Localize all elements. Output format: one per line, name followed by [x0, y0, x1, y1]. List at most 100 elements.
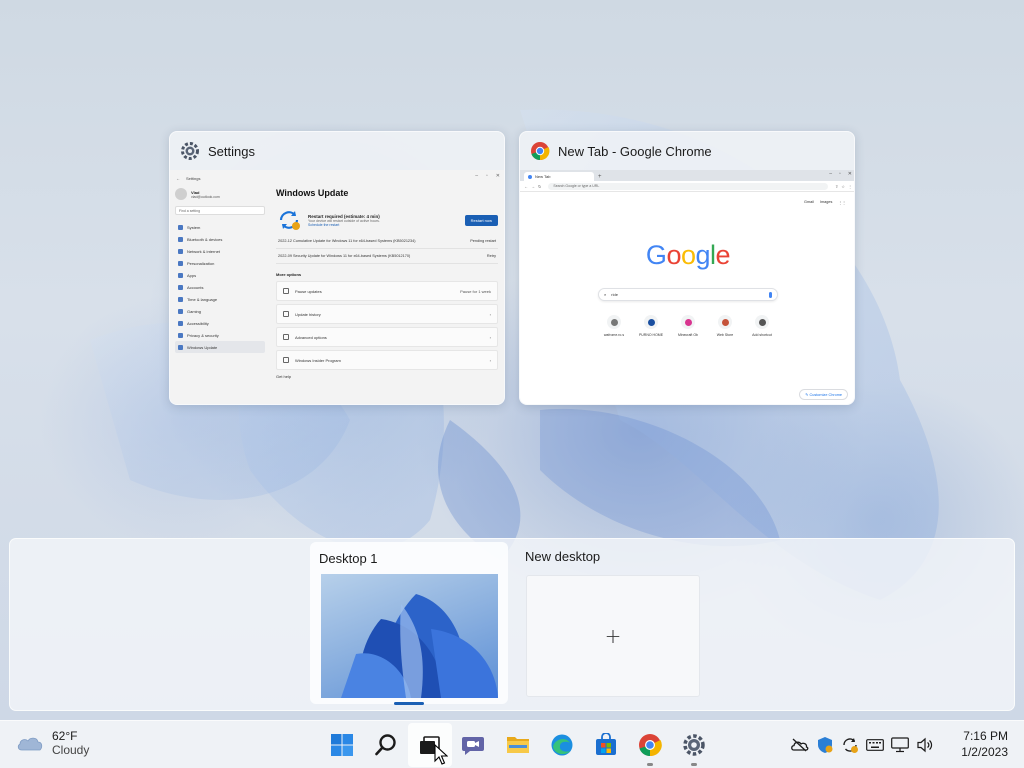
store-icon — [596, 733, 616, 755]
teams-chat-button[interactable] — [452, 723, 496, 767]
search-value: ride — [611, 292, 618, 297]
option-icon — [283, 288, 289, 294]
shortcut-favicon-icon — [684, 318, 692, 326]
onedrive-offline-button[interactable] — [790, 736, 809, 755]
edge-icon — [551, 734, 573, 756]
chrome-toolbar: ← → ↻ Search Google or type a URL ⇪ ☆ ⋮ — [520, 181, 854, 192]
update-row: 2022-09 Security Update for Windows 11 f… — [276, 249, 498, 264]
settings-taskbar-button[interactable] — [672, 723, 716, 767]
page-title: Windows Update — [276, 188, 349, 198]
option-card: Windows Insider Program › — [276, 350, 498, 370]
chrome-preview: New Tab + – ▫ ✕ ← → ↻ Search Google or t… — [520, 170, 854, 404]
security-button[interactable] — [815, 736, 834, 755]
user-email: vlad@outlook.com — [191, 194, 220, 199]
nav-item-icon — [178, 320, 183, 326]
find-setting-input: Find a setting — [175, 206, 265, 215]
weather-widget[interactable]: 62°F Cloudy — [16, 729, 89, 757]
file-explorer-button[interactable] — [496, 723, 540, 767]
security-icon — [817, 737, 832, 753]
settings-nav-item: Network & internet — [175, 245, 265, 257]
google-logo-letter: g — [695, 240, 711, 270]
shortcut-icon — [755, 315, 769, 329]
volume-button[interactable] — [915, 736, 934, 755]
maximize-icon: ▫ — [486, 173, 488, 179]
keyboard-icon — [865, 739, 884, 751]
option-icon — [283, 311, 289, 317]
chrome-icon — [531, 142, 550, 161]
gmail-link: Gmail — [804, 200, 814, 204]
back-arrow-icon: ← — [176, 175, 180, 181]
clock-time: 7:16 PM — [963, 729, 1008, 743]
option-label: Advanced options — [295, 334, 327, 340]
microphone-icon — [769, 291, 772, 298]
google-logo-letter: o — [666, 240, 681, 270]
shortcut-label: Add shortcut — [752, 333, 772, 337]
customize-chrome-label: Customize Chrome — [809, 393, 843, 397]
desktop-1-card[interactable]: Desktop 1 — [310, 542, 508, 704]
update-sync-icon — [279, 211, 300, 230]
option-right: Pause for 1 week — [460, 288, 491, 294]
shortcut-tiles: wafrome.ro.s PURNO HOME Minecraft Ob Web St… — [598, 315, 778, 337]
update-button[interactable] — [840, 736, 859, 755]
nav-item-label: Accessibility — [187, 320, 209, 326]
close-icon: ✕ — [495, 173, 500, 179]
settings-nav-item: Privacy & security — [175, 329, 265, 341]
forward-icon: → — [531, 183, 535, 189]
window-thumbnail-chrome[interactable]: New Tab - Google Chrome New Tab + – ▫ ✕ … — [519, 131, 855, 405]
window-title: New Tab - Google Chrome — [558, 143, 712, 159]
running-indicator — [647, 763, 653, 766]
google-logo: Google — [520, 240, 854, 271]
start-icon — [331, 734, 353, 756]
minimize-icon: – — [829, 171, 833, 177]
search-icon — [375, 734, 396, 756]
desktop-1-thumbnail — [321, 574, 498, 698]
nav-item-label: Privacy & security — [187, 332, 219, 338]
onedrive-offline-icon — [791, 738, 809, 752]
weather-temperature: 62°F — [52, 729, 78, 743]
desktop-1-label: Desktop 1 — [319, 551, 378, 566]
window-controls: – ▫ ✕ — [829, 171, 852, 177]
settings-breadcrumb: Settings — [186, 175, 201, 181]
volume-icon — [916, 737, 932, 753]
search-button[interactable] — [364, 723, 408, 767]
window-thumbnail-settings[interactable]: Settings ← Settings – ▫ ✕ Vlad vlad@outl… — [169, 131, 505, 405]
new-desktop-button[interactable]: + — [526, 575, 700, 697]
shortcut-tile: Minecraft Ob — [672, 315, 704, 337]
settings-nav-item: Apps — [175, 269, 265, 281]
running-indicator — [691, 763, 697, 766]
option-label: Update history — [295, 311, 321, 317]
shortcut-tile: wafrome.ro.s — [598, 315, 630, 337]
system-tray — [790, 721, 934, 768]
google-logo-text: Google — [646, 240, 731, 270]
nav-item-icon — [178, 344, 183, 350]
chrome-taskbar-button[interactable] — [628, 723, 672, 767]
nav-item-label: Apps — [187, 272, 197, 278]
bloom-wallpaper-thumbnail — [341, 594, 498, 698]
option-icon — [283, 334, 289, 340]
share-icon: ⇪ — [835, 183, 839, 189]
nav-item-icon — [178, 260, 183, 266]
settings-titlebar: ← Settings — [170, 170, 504, 186]
updates-list: 2022-12 Cumulative Update for Windows 11… — [276, 234, 498, 264]
schedule-restart-link: Schedule the restart — [308, 222, 340, 227]
window-controls: – ▫ ✕ — [475, 173, 500, 179]
cloud-icon — [17, 737, 43, 751]
store-button[interactable] — [584, 723, 628, 767]
shortcut-label: wafrome.ro.s — [603, 333, 625, 337]
nav-item-label: Gaming — [187, 308, 202, 314]
new-desktop-label: New desktop — [525, 549, 601, 564]
settings-main: Windows Update Restart required (estimat… — [276, 188, 498, 379]
nav-item-icon — [178, 296, 183, 302]
network-button[interactable] — [890, 736, 909, 755]
settings-nav-item: Accessibility — [175, 317, 265, 329]
keyboard-button[interactable] — [865, 736, 884, 755]
get-help-link: Get help — [276, 374, 292, 379]
edge-button[interactable] — [540, 723, 584, 767]
nav-item-icon — [178, 272, 183, 278]
update-status: Retry — [486, 254, 496, 258]
update-name: 2022-12 Cumulative Update for Windows 11… — [278, 239, 416, 243]
start-button[interactable] — [320, 723, 364, 767]
settings-nav-list: System Bluetooth & devices Network & inter… — [175, 221, 265, 353]
taskbar-clock[interactable]: 7:16 PM 1/2/2023 — [961, 729, 1008, 759]
shortcut-tile: PURNO HOME — [635, 315, 667, 337]
